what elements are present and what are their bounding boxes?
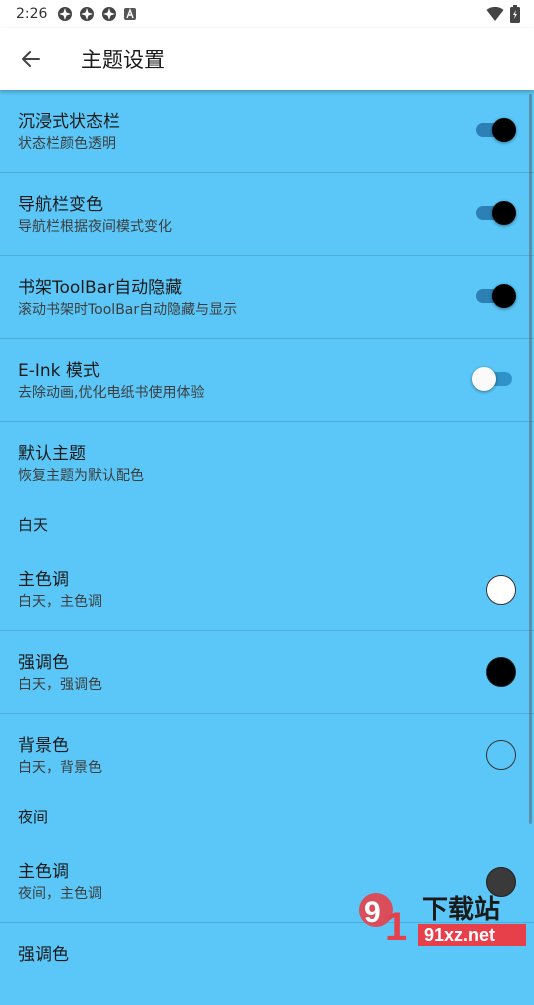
status-bar: 2:26 [0, 0, 534, 28]
setting-subtitle: 滚动书架时ToolBar自动隐藏与显示 [18, 302, 238, 318]
setting-subtitle: 白天，背景色 [18, 760, 102, 776]
day-accent-color-swatch[interactable] [486, 657, 516, 687]
setting-subtitle: 夜间，主色调 [18, 886, 102, 902]
setting-subtitle: 去除动画,优化电纸书使用体验 [18, 385, 205, 401]
setting-title: 书架ToolBar自动隐藏 [18, 278, 183, 298]
day-primary-color-swatch[interactable] [486, 575, 516, 605]
site-watermark-logo: 9 1 下载站 91xz.net [359, 893, 526, 949]
settings-list: 沉浸式状态栏 状态栏颜色透明 导航栏变色 导航栏根据夜间模式变化 书架ToolB… [0, 90, 534, 1005]
back-button[interactable] [14, 42, 48, 76]
svg-text:9: 9 [364, 896, 381, 929]
setting-day-background-color[interactable]: 背景色 白天，背景色 [0, 714, 534, 796]
e-ink-mode-switch[interactable] [472, 367, 512, 391]
setting-day-accent-color[interactable]: 强调色 白天，强调色 [0, 631, 534, 714]
setting-title: 主色调 [18, 862, 69, 882]
setting-title: 背景色 [18, 736, 69, 756]
setting-title: 导航栏变色 [18, 195, 103, 215]
system-icons [486, 5, 520, 23]
section-label: 白天 [18, 516, 49, 534]
setting-title: 主色调 [18, 570, 69, 590]
section-night-header: 夜间 [0, 796, 534, 840]
wifi-icon [486, 6, 504, 21]
setting-subtitle: 导航栏根据夜间模式变化 [18, 219, 172, 235]
setting-e-ink-mode[interactable]: E-Ink 模式 去除动画,优化电纸书使用体验 [0, 339, 534, 422]
setting-subtitle: 恢复主题为默认配色 [18, 468, 144, 484]
setting-title: 强调色 [18, 945, 69, 965]
battery-icon [510, 5, 520, 23]
nav-bar-color-switch[interactable] [476, 201, 516, 225]
toolbar-autohide-switch[interactable] [476, 284, 516, 308]
page-title: 主题设置 [81, 48, 165, 72]
setting-title: 默认主题 [18, 444, 86, 464]
setting-toolbar-autohide[interactable]: 书架ToolBar自动隐藏 滚动书架时ToolBar自动隐藏与显示 [0, 256, 534, 339]
immersive-status-bar-switch[interactable] [476, 118, 516, 142]
setting-title: 沉浸式状态栏 [18, 112, 120, 132]
section-day-header: 白天 [0, 504, 534, 548]
arrow-left-icon [22, 51, 40, 67]
setting-default-theme[interactable]: 默认主题 恢复主题为默认配色 [0, 422, 534, 504]
setting-day-primary-color[interactable]: 主色调 白天，主色调 [0, 548, 534, 631]
day-background-color-swatch[interactable] [486, 740, 516, 770]
watermark-url: 91xz.net [424, 925, 495, 945]
setting-immersive-status-bar[interactable]: 沉浸式状态栏 状态栏颜色透明 [0, 90, 534, 173]
notification-app-icon [58, 7, 73, 21]
setting-subtitle: 状态栏颜色透明 [18, 136, 116, 152]
setting-nav-bar-color[interactable]: 导航栏变色 导航栏根据夜间模式变化 [0, 173, 534, 256]
setting-subtitle: 白天，强调色 [18, 677, 102, 693]
notification-app-icon [102, 7, 117, 21]
watermark-text: 下载站 [422, 895, 500, 925]
setting-title: 强调色 [18, 653, 69, 673]
setting-subtitle: 白天，主色调 [18, 594, 102, 610]
notification-a-icon [124, 8, 137, 20]
status-time: 2:26 [16, 6, 48, 22]
svg-text:1: 1 [385, 905, 407, 949]
setting-title: E-Ink 模式 [18, 361, 100, 381]
section-label: 夜间 [18, 808, 49, 826]
notification-app-icon [80, 7, 95, 21]
app-bar: 主题设置 [0, 28, 534, 90]
notification-icons [57, 6, 137, 22]
scrollbar[interactable] [529, 94, 532, 824]
